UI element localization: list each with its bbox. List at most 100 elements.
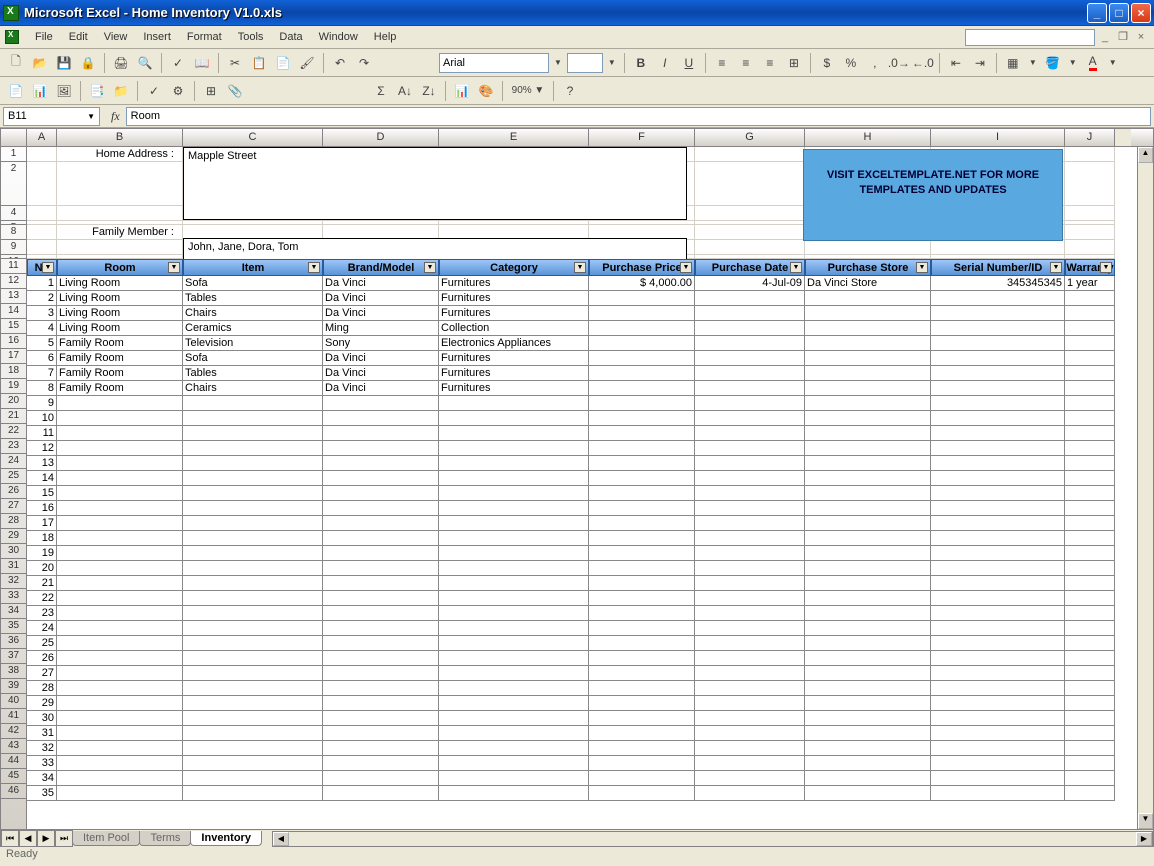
cell[interactable] <box>183 411 323 426</box>
cell[interactable]: Furnitures <box>439 366 589 381</box>
align-center-button[interactable]: ≡ <box>735 52 757 74</box>
cell[interactable] <box>323 486 439 501</box>
cell[interactable] <box>183 441 323 456</box>
cell[interactable] <box>1065 591 1115 606</box>
cell[interactable] <box>805 501 931 516</box>
row-43[interactable]: 43 <box>1 739 26 754</box>
cell[interactable] <box>589 696 695 711</box>
cell[interactable] <box>805 771 931 786</box>
row-34[interactable]: 34 <box>1 604 26 619</box>
cell[interactable] <box>183 456 323 471</box>
table-row[interactable]: 6Family RoomSofaDa VinciFurnitures <box>27 351 1137 366</box>
cell[interactable] <box>589 681 695 696</box>
cell[interactable] <box>57 516 183 531</box>
table-row[interactable]: 15 <box>27 486 1137 501</box>
cell[interactable] <box>1065 351 1115 366</box>
cell[interactable] <box>1065 426 1115 441</box>
cell[interactable] <box>589 366 695 381</box>
table-row[interactable]: 4Living RoomCeramicsMingCollection <box>27 321 1137 336</box>
cell[interactable] <box>1065 441 1115 456</box>
row-24[interactable]: 24 <box>1 454 26 469</box>
cell[interactable] <box>931 381 1065 396</box>
sheet-tab-inventory[interactable]: Inventory <box>190 831 262 846</box>
cell[interactable] <box>323 666 439 681</box>
redo-button[interactable]: ↷ <box>353 52 375 74</box>
cell[interactable]: Living Room <box>57 276 183 291</box>
row-12[interactable]: 12 <box>1 274 26 289</box>
cell[interactable] <box>695 786 805 801</box>
cell[interactable] <box>183 771 323 786</box>
cell[interactable] <box>931 426 1065 441</box>
cell[interactable]: 345345345 <box>931 276 1065 291</box>
row-29[interactable]: 29 <box>1 529 26 544</box>
cell[interactable] <box>57 561 183 576</box>
cell[interactable] <box>695 606 805 621</box>
table-row[interactable]: 7Family RoomTablesDa VinciFurnitures <box>27 366 1137 381</box>
cell[interactable] <box>589 771 695 786</box>
cell[interactable] <box>589 606 695 621</box>
cell[interactable] <box>183 681 323 696</box>
cell[interactable] <box>695 336 805 351</box>
cell[interactable] <box>57 471 183 486</box>
cell[interactable] <box>1065 162 1115 206</box>
col-B[interactable]: B <box>57 129 183 146</box>
cell[interactable] <box>57 426 183 441</box>
table-row[interactable]: 5Family RoomTelevisionSonyElectronics Ap… <box>27 336 1137 351</box>
cell[interactable]: 1 year <box>1065 276 1115 291</box>
cell[interactable] <box>805 726 931 741</box>
cell[interactable]: 21 <box>27 576 57 591</box>
cell[interactable] <box>931 636 1065 651</box>
help-button[interactable]: ? <box>559 80 581 102</box>
permission-button[interactable]: 🔒 <box>77 52 99 74</box>
cell[interactable] <box>695 756 805 771</box>
tb2-7[interactable]: ⚙ <box>167 80 189 102</box>
cell[interactable] <box>439 696 589 711</box>
cell[interactable]: 24 <box>27 621 57 636</box>
cell[interactable] <box>695 591 805 606</box>
cell[interactable] <box>57 771 183 786</box>
cell[interactable] <box>1065 306 1115 321</box>
filter-arrow-icon[interactable]: ▼ <box>168 262 180 273</box>
cell[interactable] <box>439 786 589 801</box>
row-25[interactable]: 25 <box>1 469 26 484</box>
table-row[interactable]: 22 <box>27 591 1137 606</box>
header-warranty[interactable]: Warranty▼ <box>1065 259 1115 276</box>
cell[interactable] <box>323 726 439 741</box>
cell[interactable] <box>323 561 439 576</box>
cell[interactable] <box>183 606 323 621</box>
increase-indent-button[interactable]: ⇥ <box>969 52 991 74</box>
cell[interactable] <box>57 591 183 606</box>
cell[interactable] <box>183 711 323 726</box>
cell[interactable] <box>323 696 439 711</box>
cell[interactable] <box>589 636 695 651</box>
cell[interactable] <box>323 711 439 726</box>
mdi-close[interactable]: × <box>1133 29 1149 45</box>
close-button[interactable]: × <box>1131 3 1151 23</box>
cell[interactable] <box>805 240 931 255</box>
cell[interactable]: Da Vinci <box>323 291 439 306</box>
table-row[interactable]: 11 <box>27 426 1137 441</box>
cell[interactable] <box>805 381 931 396</box>
cell[interactable] <box>695 516 805 531</box>
minimize-button[interactable]: _ <box>1087 3 1107 23</box>
cell[interactable]: 1 <box>27 276 57 291</box>
cell[interactable]: 34 <box>27 771 57 786</box>
comma-button[interactable]: , <box>864 52 886 74</box>
cell[interactable] <box>1065 486 1115 501</box>
cell[interactable] <box>57 546 183 561</box>
cell[interactable] <box>439 501 589 516</box>
cell[interactable]: Furnitures <box>439 276 589 291</box>
cell[interactable] <box>695 486 805 501</box>
cell[interactable] <box>1065 471 1115 486</box>
cell[interactable] <box>695 726 805 741</box>
row-17[interactable]: 17 <box>1 349 26 364</box>
cell[interactable]: 3 <box>27 306 57 321</box>
cell[interactable]: 33 <box>27 756 57 771</box>
row-45[interactable]: 45 <box>1 769 26 784</box>
col-E[interactable]: E <box>439 129 589 146</box>
undo-button[interactable]: ↶ <box>329 52 351 74</box>
table-row[interactable]: 3Living RoomChairsDa VinciFurnitures <box>27 306 1137 321</box>
cell[interactable] <box>57 681 183 696</box>
filter-arrow-icon[interactable]: ▼ <box>790 262 802 273</box>
table-row[interactable]: 10 <box>27 411 1137 426</box>
